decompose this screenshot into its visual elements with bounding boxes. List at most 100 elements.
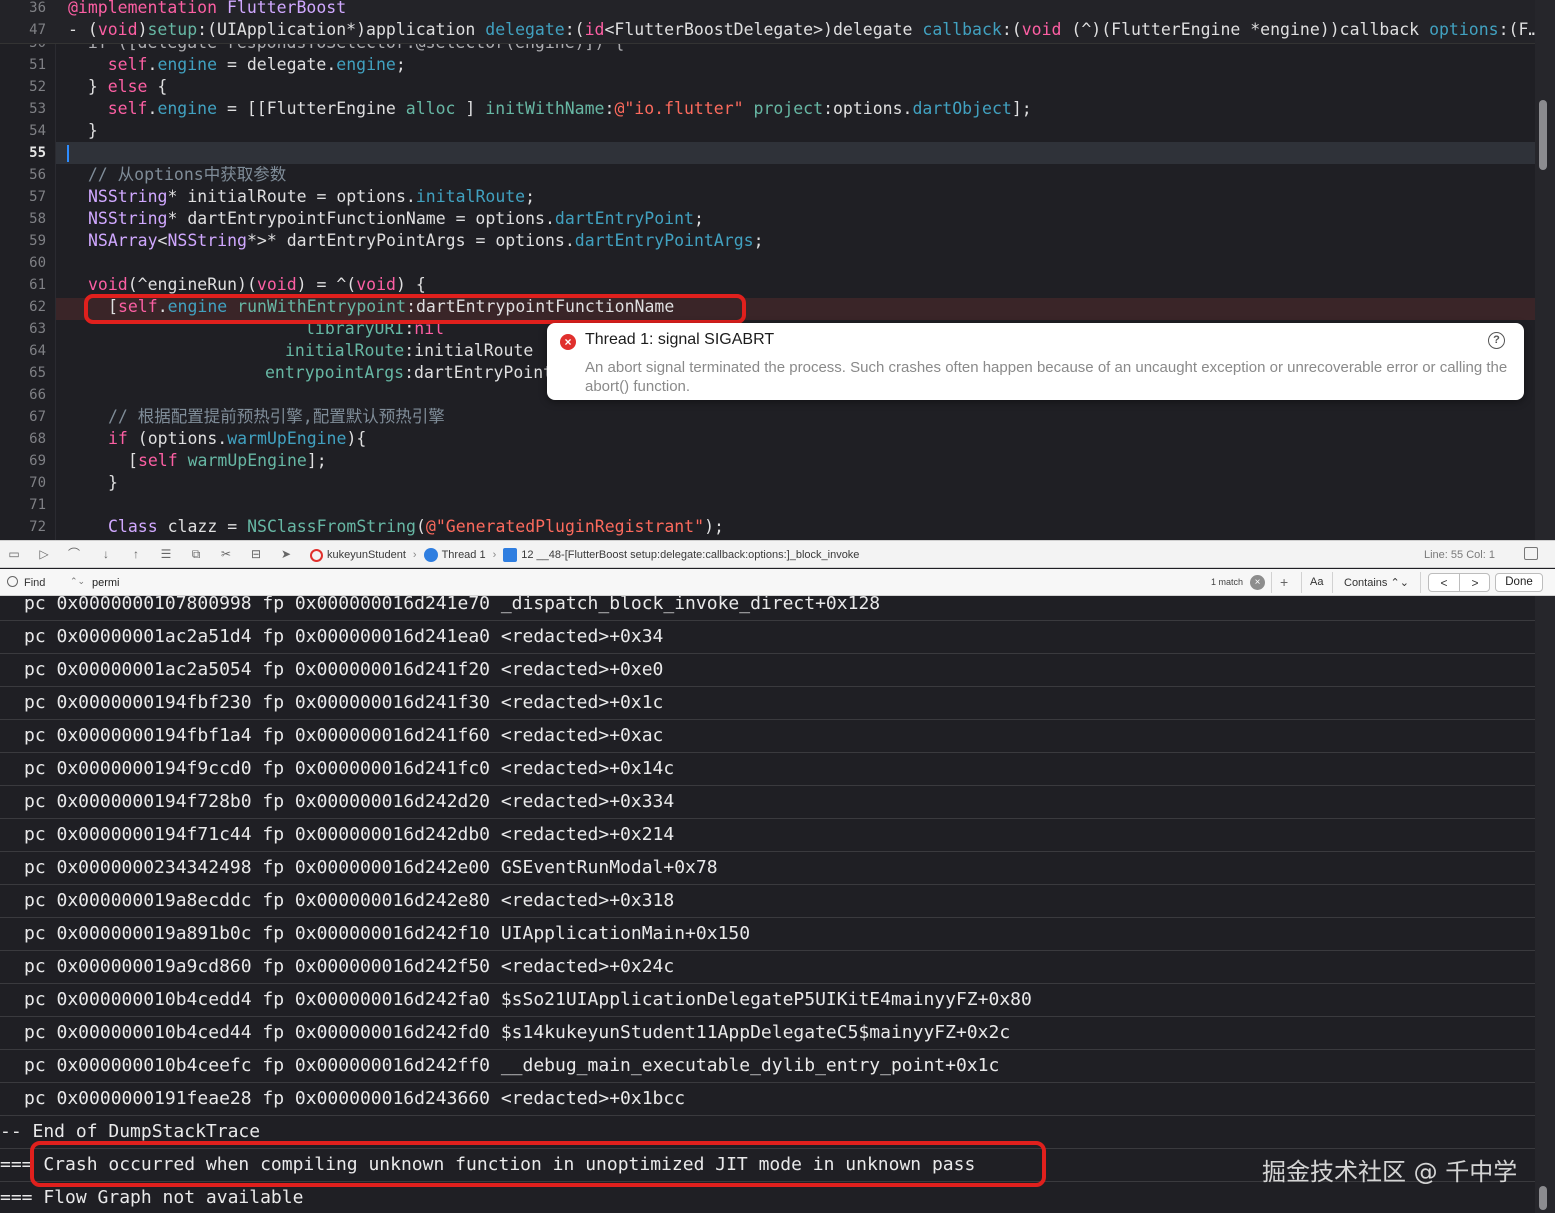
console-line: pc 0x0000000194f728b0 fp 0x000000016d242… [0, 786, 1535, 819]
code-line: // 从options中获取参数 [68, 165, 287, 184]
breadcrumb-separator: › [412, 549, 417, 561]
line-number[interactable]: 68 [0, 428, 46, 450]
code-line: // 根据配置提前预热引擎,配置默认预热引擎 [108, 407, 445, 426]
find-mode-label[interactable]: Find [24, 577, 45, 589]
step-out-icon[interactable]: ↑ [128, 547, 144, 561]
console-line: pc 0x00000001ac2a51d4 fp 0x000000016d241… [0, 621, 1535, 654]
console-scroll-thumb[interactable] [1539, 1186, 1547, 1210]
code-line: NSArray<NSString*>* dartEntryPointArgs =… [88, 231, 764, 250]
debug-console[interactable]: pc 0x0000000107800998 fp 0x000000016d241… [0, 596, 1555, 1213]
console-line: pc 0x000000010b4cedd4 fp 0x000000016d242… [0, 984, 1535, 1017]
divider [1332, 572, 1333, 593]
match-count: 1 match [1211, 577, 1244, 587]
breadcrumb-app[interactable]: kukeyunStudent [327, 549, 406, 561]
memory-graph-icon[interactable]: ⧉ [188, 547, 204, 561]
continue-icon[interactable]: ▷ [36, 547, 52, 561]
error-title: Thread 1: signal SIGABRT [585, 331, 775, 348]
find-input[interactable] [86, 572, 1196, 593]
stack-frame-icon [503, 548, 518, 562]
code-line: initialRoute:initialRoute [285, 341, 534, 360]
breadcrumb-separator: › [492, 549, 497, 561]
line-number[interactable]: 63 [0, 318, 46, 340]
view-hierarchy-icon[interactable]: ☰ [158, 547, 174, 561]
code-line: } [108, 473, 118, 492]
method-signature-line: - (void)setup:(UIApplication*)applicatio… [68, 20, 1539, 39]
debug-bar: ▭ ▷ ⌒ ↓ ↑ ☰ ⧉ ✂ ⊟ ➤ kukeyunStudent › Thr… [0, 540, 1555, 568]
code-line: [self warmUpEngine]; [128, 451, 327, 470]
breadcrumb-frame[interactable]: 12 __48-[FlutterBoost setup:delegate:cal… [521, 549, 859, 561]
console-line: pc 0x0000000194fbf230 fp 0x000000016d241… [0, 687, 1535, 720]
code-line: NSString* dartEntrypointFunctionName = o… [88, 209, 704, 228]
find-navigation: < > [1428, 573, 1490, 592]
code-line: Class clazz = NSClassFromString(@"Genera… [108, 517, 724, 536]
app-icon [310, 548, 323, 562]
console-line: pc 0x0000000107800998 fp 0x000000016d241… [0, 596, 1535, 621]
find-mode-chevron-icon[interactable]: ⌃⌄ [70, 576, 85, 587]
line-number: 47 [29, 22, 46, 38]
editor-scroll-thumb[interactable] [1539, 100, 1547, 170]
panel-toggle-icon[interactable] [1524, 547, 1538, 560]
breadcrumb: kukeyunStudent › Thread 1 › 12 __48-[Flu… [310, 547, 859, 563]
editor-scrollbar[interactable] [1535, 0, 1555, 540]
console-line: pc 0x0000000194f9ccd0 fp 0x000000016d241… [0, 753, 1535, 786]
code-line: void(^engineRun)(void) = ^(void) { [88, 275, 426, 294]
line-number[interactable]: 71 [0, 494, 46, 516]
line-number[interactable]: 64 [0, 340, 46, 362]
sticky-scope-header: 36 @implementation FlutterBoost 47 - (vo… [0, 0, 1539, 44]
code-line: self.engine = [[FlutterEngine alloc ] in… [107, 99, 1032, 118]
line-number: 36 [29, 0, 46, 16]
console-line: pc 0x000000010b4ced44 fp 0x000000016d242… [0, 1017, 1535, 1050]
line-number[interactable]: 56 [0, 164, 46, 186]
divider [1301, 572, 1302, 593]
line-number[interactable]: 53 [0, 98, 46, 120]
line-number[interactable]: 62 [0, 296, 46, 318]
add-pattern-icon[interactable]: + [1280, 574, 1288, 590]
error-popover[interactable]: × Thread 1: signal SIGABRT An abort sign… [547, 323, 1524, 400]
next-match-icon[interactable]: > [1460, 575, 1490, 591]
annotation-highlight-box [84, 294, 746, 324]
console-scrollbar[interactable] [1535, 596, 1555, 1213]
code-editor[interactable]: 5051525354555657585960616263646566676869… [0, 0, 1555, 540]
environment-overrides-icon[interactable]: ✂ [218, 547, 234, 561]
search-icon [7, 576, 18, 587]
done-button[interactable]: Done [1495, 573, 1543, 592]
line-number[interactable]: 61 [0, 274, 46, 296]
previous-match-icon[interactable]: < [1429, 575, 1459, 591]
line-number[interactable]: 54 [0, 120, 46, 142]
text-caret [67, 145, 69, 162]
code-line: } [68, 121, 98, 140]
match-mode-select[interactable]: Contains ⌃⌄ [1344, 576, 1409, 589]
clear-search-icon[interactable]: × [1250, 575, 1265, 590]
line-number[interactable]: 66 [0, 384, 46, 406]
location-arrow-icon[interactable]: ➤ [278, 547, 294, 561]
code-line: entrypointArgs:dartEntryPoint [265, 363, 554, 382]
line-number[interactable]: 51 [0, 54, 46, 76]
line-number-gutter: 5051525354555657585960616263646566676869… [0, 0, 56, 540]
code-line: NSString* initialRoute = options.initalR… [88, 187, 536, 206]
line-number[interactable]: 59 [0, 230, 46, 252]
console-line: pc 0x0000000191feae28 fp 0x000000016d243… [0, 1083, 1535, 1116]
step-into-icon[interactable]: ↓ [98, 547, 114, 561]
help-icon[interactable]: ? [1488, 332, 1505, 349]
divider [1271, 572, 1272, 593]
breadcrumb-thread[interactable]: Thread 1 [442, 549, 486, 561]
line-number[interactable]: 69 [0, 450, 46, 472]
line-number[interactable]: 72 [0, 516, 46, 538]
error-description: An abort signal terminated the process. … [585, 359, 1508, 395]
match-case-button[interactable]: Aa [1310, 576, 1323, 588]
line-number[interactable]: 70 [0, 472, 46, 494]
line-number[interactable]: 65 [0, 362, 46, 384]
step-over-icon[interactable]: ⌒ [66, 547, 82, 561]
simulate-location-icon[interactable]: ⊟ [248, 547, 264, 561]
thread-icon [423, 548, 438, 562]
line-number[interactable]: 67 [0, 406, 46, 428]
line-number[interactable]: 57 [0, 186, 46, 208]
line-number[interactable]: 58 [0, 208, 46, 230]
line-number[interactable]: 55 [0, 142, 46, 164]
console-line: pc 0x000000010b4ceefc fp 0x000000016d242… [0, 1050, 1535, 1083]
line-number[interactable]: 60 [0, 252, 46, 274]
hide-debug-area-icon[interactable]: ▭ [6, 547, 22, 561]
console-line: pc 0x0000000194f71c44 fp 0x000000016d242… [0, 819, 1535, 852]
console-line: pc 0x0000000194fbf1a4 fp 0x000000016d241… [0, 720, 1535, 753]
line-number[interactable]: 52 [0, 76, 46, 98]
